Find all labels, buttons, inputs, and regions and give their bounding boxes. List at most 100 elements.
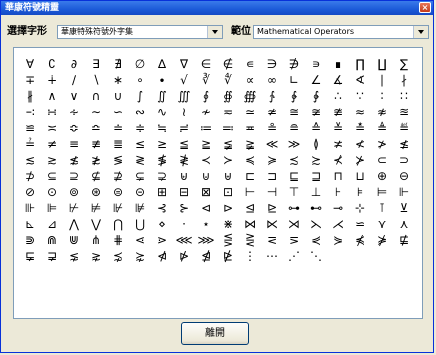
symbol-cell[interactable]: ∝ [239,72,261,88]
symbol-cell[interactable]: ≙ [305,120,327,136]
symbol-cell[interactable]: ⊙ [41,184,63,200]
symbol-cell[interactable]: ⊰ [151,200,173,216]
symbol-cell[interactable]: ⋋ [305,216,327,232]
symbol-cell[interactable]: ⊒ [305,168,327,184]
symbol-cell[interactable]: ≾ [283,152,305,168]
symbol-cell[interactable]: ≌ [19,120,41,136]
symbol-cell[interactable]: ∢ [349,72,371,88]
symbol-cell[interactable]: ≶ [107,152,129,168]
symbol-cell[interactable]: ∃ [85,56,107,72]
symbol-cell[interactable]: ≠ [41,136,63,152]
symbol-cell[interactable]: ∷ [393,88,415,104]
symbol-cell[interactable]: ⋡ [371,232,393,248]
symbol-cell[interactable]: ⊖ [393,168,415,184]
symbol-cell[interactable]: ∋ [261,56,283,72]
symbol-cell[interactable]: ⊎ [217,168,239,184]
symbol-cell[interactable]: ⋧ [85,248,107,264]
symbol-cell[interactable]: ⋪ [151,248,173,264]
symbol-cell[interactable]: ≹ [173,152,195,168]
symbol-cell[interactable]: ∅ [129,56,151,72]
symbol-cell[interactable]: ⊿ [41,216,63,232]
symbol-cell[interactable]: ⋜ [261,232,283,248]
symbol-cell[interactable]: ≻ [217,152,239,168]
symbol-cell[interactable]: ≲ [19,152,41,168]
symbol-cell[interactable]: ≽ [261,152,283,168]
symbol-cell[interactable]: ∤ [393,72,415,88]
symbol-cell[interactable]: ⋗ [151,232,173,248]
symbol-cell[interactable]: ≮ [349,136,371,152]
symbol-cell[interactable]: ≃ [239,104,261,120]
symbol-cell[interactable]: ∘ [129,72,151,88]
symbol-cell[interactable]: ⋞ [305,232,327,248]
symbol-cell[interactable]: ⋮ [239,248,261,264]
symbol-cell[interactable]: ⊑ [283,168,305,184]
symbol-cell[interactable]: ⊬ [63,200,85,216]
symbol-cell[interactable]: ∗ [107,72,129,88]
symbol-cell[interactable]: ∔ [41,72,63,88]
symbol-cell[interactable]: ⊹ [349,200,371,216]
symbol-cell[interactable]: ⋫ [173,248,195,264]
symbol-cell[interactable]: ≨ [217,136,239,152]
symbol-cell[interactable]: ∀ [19,56,41,72]
symbol-cell[interactable]: ⊐ [261,168,283,184]
symbol-cell[interactable]: ⋊ [283,216,305,232]
symbol-cell[interactable]: ⋚ [217,232,239,248]
symbol-cell[interactable]: ⋌ [327,216,349,232]
symbol-cell[interactable]: ∽ [107,104,129,120]
symbol-cell[interactable]: ⊛ [85,184,107,200]
symbol-cell[interactable]: ≉ [371,104,393,120]
symbol-cell[interactable]: ⊣ [261,184,283,200]
symbol-cell[interactable]: ∛ [195,72,217,88]
symbol-cell[interactable]: ∌ [283,56,305,72]
symbol-cell[interactable]: ⋙ [195,232,217,248]
symbol-cell[interactable]: ⋩ [129,248,151,264]
symbol-cell[interactable]: ≑ [129,120,151,136]
symbol-cell[interactable]: ∞ [261,72,283,88]
symbol-cell[interactable]: ∊ [239,56,261,72]
symbol-cell[interactable]: ⋯ [261,248,283,264]
symbol-cell[interactable]: ⊟ [173,184,195,200]
symbol-cell[interactable]: ⋛ [239,232,261,248]
symbol-cell[interactable]: ⋇ [217,216,239,232]
symbol-cell[interactable]: ≤ [129,136,151,152]
symbol-cell[interactable]: ≎ [63,120,85,136]
symbol-cell[interactable]: ⊳ [217,200,239,216]
symbol-cell[interactable]: ∮ [195,88,217,104]
symbol-cell[interactable]: ⊚ [63,184,85,200]
symbol-cell[interactable]: ≸ [151,152,173,168]
symbol-cell[interactable]: ⊲ [195,200,217,216]
symbol-cell[interactable]: ⊪ [19,200,41,216]
symbol-cell[interactable]: ⋥ [41,248,63,264]
symbol-cell[interactable]: ≄ [261,104,283,120]
symbol-cell[interactable]: ∳ [305,88,327,104]
symbol-cell[interactable]: ⊠ [195,184,217,200]
symbol-cell[interactable]: ⋝ [283,232,305,248]
symbol-cell[interactable]: ∆ [151,56,173,72]
symbol-cell[interactable]: ∯ [217,88,239,104]
symbol-cell[interactable]: ∿ [151,104,173,120]
symbol-cell[interactable]: ≁ [195,104,217,120]
symbol-cell[interactable]: ∂ [63,56,85,72]
symbol-cell[interactable]: ≯ [371,136,393,152]
font-select-dropdown-icon[interactable] [207,26,222,38]
symbol-cell[interactable]: ∁ [41,56,63,72]
symbol-cell[interactable]: ≥ [151,136,173,152]
symbol-cell[interactable]: ≵ [85,152,107,168]
symbol-cell[interactable]: ⊌ [173,168,195,184]
font-select[interactable]: 華康特殊符號外字集 [57,25,223,39]
symbol-cell[interactable]: ≇ [327,104,349,120]
symbol-cell[interactable]: ∦ [19,88,41,104]
symbol-cell[interactable]: ⋭ [217,248,239,264]
symbol-cell[interactable]: ⋍ [349,216,371,232]
symbol-cell[interactable]: ≫ [283,136,305,152]
symbol-cell[interactable]: ⋨ [107,248,129,264]
symbol-cell[interactable]: ⊫ [41,200,63,216]
symbol-cell[interactable]: ⊢ [239,184,261,200]
symbol-cell[interactable]: ⊩ [393,184,415,200]
exit-button[interactable]: 離開 [181,322,249,345]
symbol-cell[interactable]: ∴ [327,88,349,104]
symbol-cell[interactable]: ⊸ [327,200,349,216]
symbol-cell[interactable]: ⊉ [107,168,129,184]
symbol-cell[interactable]: ⊁ [349,152,371,168]
symbol-cell[interactable]: ∭ [173,88,195,104]
